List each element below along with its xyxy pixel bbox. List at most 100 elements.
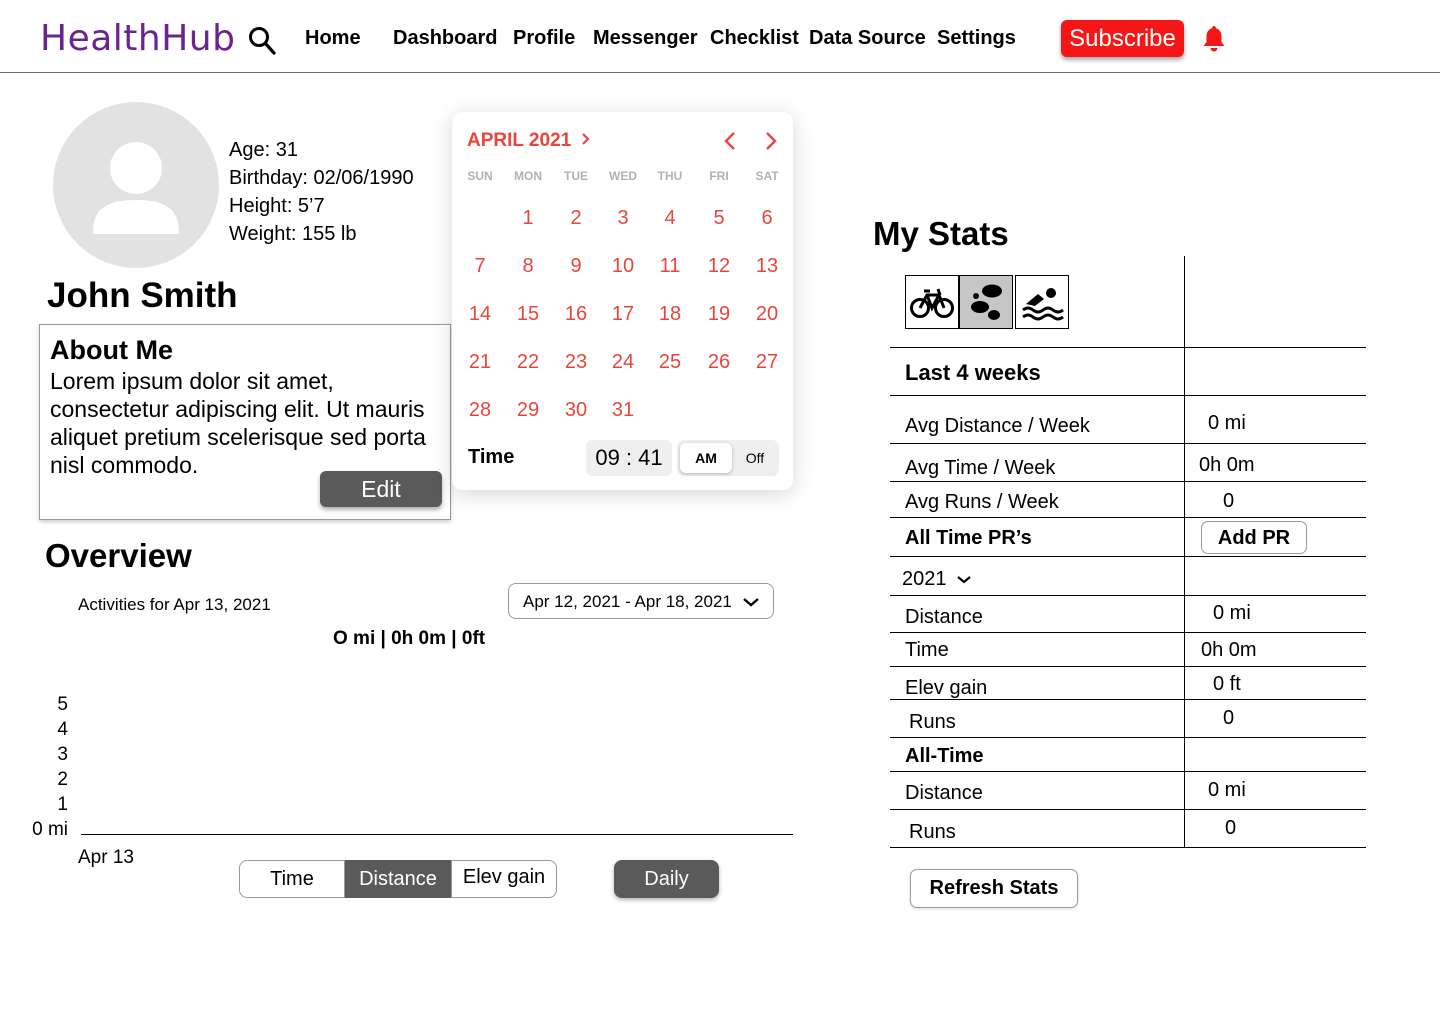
calendar-day[interactable]: 6	[747, 202, 787, 234]
off-option[interactable]: Off	[735, 443, 775, 473]
notification-bell-icon[interactable]	[1200, 25, 1228, 53]
calendar-day[interactable]: 13	[747, 250, 787, 282]
nav-home[interactable]: Home	[305, 27, 361, 50]
calendar-day[interactable]: 22	[508, 346, 548, 378]
calendar-day[interactable]: 12	[699, 250, 739, 282]
profile-name: John Smith	[47, 276, 238, 315]
app-logo[interactable]: HealthHub	[40, 18, 235, 59]
tab-time[interactable]: Time	[239, 860, 345, 898]
about-me-text: Lorem ipsum dolor sit amet, consectetur …	[50, 368, 426, 478]
stats-divider	[890, 847, 1366, 848]
my-stats-title: My Stats	[873, 215, 1009, 252]
sport-swim-button[interactable]	[1015, 275, 1069, 329]
x-tick-label: Apr 13	[78, 847, 134, 868]
calendar-day[interactable]: 31	[603, 394, 643, 426]
y-tick-label: 3	[57, 744, 68, 765]
subscribe-button[interactable]: Subscribe	[1061, 20, 1184, 57]
calendar-day[interactable]: 30	[556, 394, 596, 426]
weekday-label: SUN	[467, 169, 493, 183]
weekday-label: THU	[657, 169, 683, 183]
time-input[interactable]: 09 : 41	[586, 440, 672, 476]
calendar-day[interactable]: 28	[460, 394, 500, 426]
calendar-month-selector[interactable]: APRIL 2021	[467, 130, 592, 152]
avatar	[53, 102, 219, 268]
time-label: Time	[468, 446, 515, 468]
nav-messenger[interactable]: Messenger	[593, 27, 698, 50]
calendar-day[interactable]: 23	[556, 346, 596, 378]
footprints-icon	[971, 284, 1002, 320]
stats-divider	[890, 809, 1366, 810]
calendar-day[interactable]: 8	[508, 250, 548, 282]
calendar-day[interactable]: 17	[603, 298, 643, 330]
calendar-day[interactable]: 4	[650, 202, 690, 234]
chevron-right-icon	[582, 133, 591, 145]
calendar-day[interactable]: 9	[556, 250, 596, 282]
calendar-day[interactable]: 10	[603, 250, 643, 282]
calendar-day[interactable]: 20	[747, 298, 787, 330]
calendar-day[interactable]: 26	[699, 346, 739, 378]
about-me-card: About Me Lorem ipsum dolor sit amet, con…	[39, 324, 451, 520]
calendar-day[interactable]: 27	[747, 346, 787, 378]
calendar-day[interactable]: 7	[460, 250, 500, 282]
all-time-runs-value: 0	[1225, 817, 1237, 839]
all-time-runs-label: Runs	[909, 821, 956, 843]
add-pr-button[interactable]: Add PR	[1201, 521, 1307, 554]
year-time-value: 0h 0m	[1201, 639, 1257, 661]
bike-icon	[910, 288, 954, 318]
birthday-text: Birthday: 02/06/1990	[229, 167, 414, 189]
year-runs-value: 0	[1223, 707, 1235, 729]
nav-settings[interactable]: Settings	[937, 27, 1016, 50]
calendar-day[interactable]: 5	[699, 202, 739, 234]
calendar-day[interactable]: 21	[460, 346, 500, 378]
calendar-day[interactable]: 16	[556, 298, 596, 330]
previous-month-icon[interactable]	[720, 130, 742, 152]
about-me-title: About Me	[50, 335, 173, 365]
calendar-day[interactable]: 11	[650, 250, 690, 282]
year-elev-gain-value: 0 ft	[1213, 673, 1241, 695]
calendar-day[interactable]: 25	[650, 346, 690, 378]
nav-dashboard[interactable]: Dashboard	[393, 27, 497, 50]
next-month-icon[interactable]	[759, 130, 781, 152]
calendar-day[interactable]: 2	[556, 202, 596, 234]
x-axis-line	[81, 834, 793, 835]
calendar-day[interactable]: 1	[508, 202, 548, 234]
weekday-label: FRI	[709, 169, 729, 183]
calendar-day[interactable]: 19	[699, 298, 739, 330]
swim-icon	[1022, 288, 1064, 321]
nav-profile[interactable]: Profile	[513, 27, 575, 50]
calendar-day[interactable]: 15	[508, 298, 548, 330]
tab-distance[interactable]: Distance	[345, 860, 451, 898]
stats-divider	[890, 517, 1366, 518]
overview-title: Overview	[45, 537, 192, 574]
tab-elev-gain[interactable]: Elev gain	[451, 860, 557, 898]
calendar-day[interactable]: 29	[508, 394, 548, 426]
edit-button[interactable]: Edit	[320, 471, 442, 507]
all-time-prs-label: All Time PR’s	[905, 527, 1032, 549]
sport-run-button[interactable]	[959, 275, 1013, 329]
height-text: Height: 5’7	[229, 195, 325, 217]
calendar-day[interactable]: 14	[460, 298, 500, 330]
nav-data-source[interactable]: Data Source	[809, 27, 926, 50]
calendar-day[interactable]: 18	[650, 298, 690, 330]
year-select[interactable]: 2021	[902, 568, 972, 591]
avg-runs-value: 0	[1223, 490, 1235, 512]
stats-divider	[890, 443, 1366, 444]
refresh-stats-button[interactable]: Refresh Stats	[910, 869, 1078, 908]
avg-distance-label: Avg Distance / Week	[905, 415, 1090, 437]
last-4-weeks-label: Last 4 weeks	[905, 360, 1041, 385]
stats-column-divider	[1184, 256, 1185, 848]
calendar-day[interactable]: 24	[603, 346, 643, 378]
year-value: 2021	[902, 568, 947, 590]
calendar-day[interactable]: 3	[603, 202, 643, 234]
sport-bike-button[interactable]	[905, 275, 959, 329]
all-time-distance-label: Distance	[905, 782, 983, 804]
am-option[interactable]: AM	[680, 443, 732, 473]
search-icon[interactable]	[248, 26, 276, 56]
all-time-label: All-Time	[905, 745, 984, 767]
year-distance-label: Distance	[905, 606, 983, 628]
period-daily-button[interactable]: Daily	[614, 860, 719, 898]
am-off-toggle: AM Off	[677, 440, 779, 476]
stats-divider	[890, 699, 1366, 700]
nav-checklist[interactable]: Checklist	[710, 27, 799, 50]
date-range-select[interactable]: Apr 12, 2021 - Apr 18, 2021	[508, 583, 774, 619]
